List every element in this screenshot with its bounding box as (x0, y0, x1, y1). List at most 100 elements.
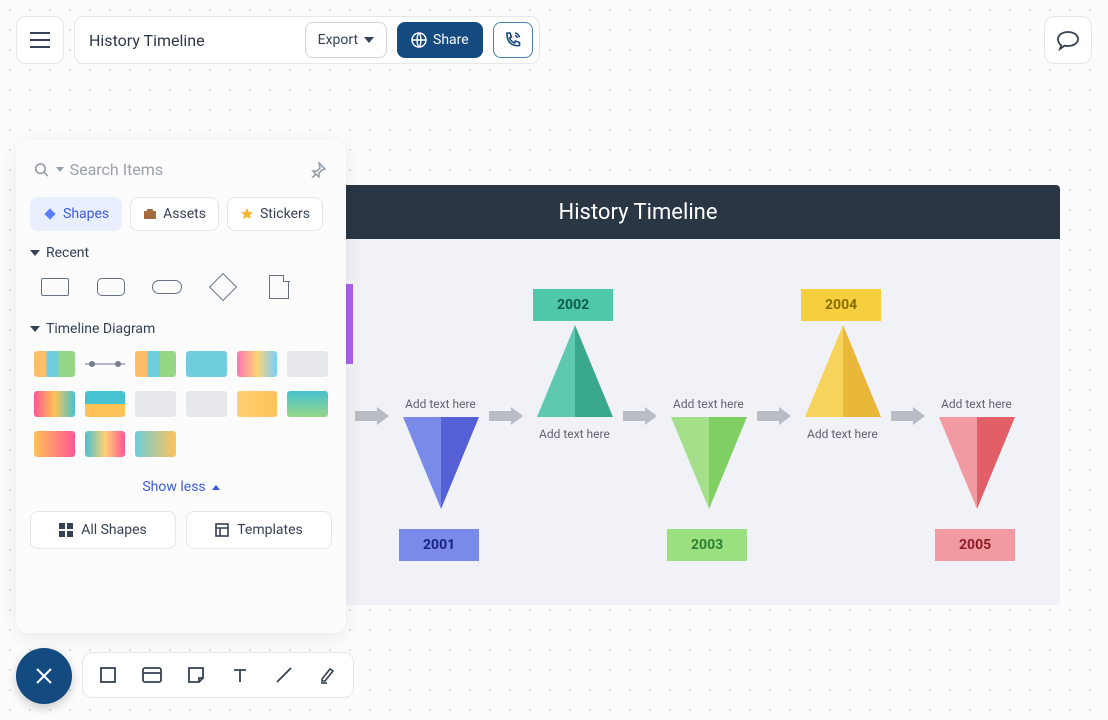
share-label: Share (433, 32, 469, 48)
export-label: Export (318, 32, 358, 48)
template-thumb[interactable] (85, 351, 126, 377)
panel-tabs: Shapes Assets Stickers (30, 197, 332, 231)
section-timeline-diagram[interactable]: Timeline Diagram (30, 321, 332, 337)
template-icon (215, 523, 229, 537)
close-fab[interactable] (16, 648, 72, 704)
template-thumb[interactable] (186, 351, 227, 377)
template-thumb[interactable] (85, 431, 126, 457)
document-title[interactable]: History Timeline (89, 31, 295, 50)
tab-stickers[interactable]: Stickers (227, 197, 323, 231)
timeline-year[interactable]: 2003 (667, 529, 747, 561)
section-recent[interactable]: Recent (30, 245, 332, 261)
timeline-templates (30, 347, 332, 465)
templates-label: Templates (237, 522, 303, 538)
shape-diamond[interactable] (206, 275, 240, 299)
shape-rounded-rectangle[interactable] (94, 275, 128, 299)
timeline-text[interactable]: Add text here (539, 427, 610, 441)
card-icon (141, 666, 163, 684)
all-shapes-label: All Shapes (81, 522, 147, 538)
show-less-button[interactable]: Show less (30, 479, 332, 495)
timeline-text[interactable]: Add text here (673, 397, 744, 411)
timeline-triangle[interactable] (709, 417, 747, 509)
template-thumb[interactable] (237, 351, 278, 377)
section-recent-label: Recent (46, 245, 89, 261)
all-shapes-button[interactable]: All Shapes (30, 511, 176, 549)
share-button[interactable]: Share (397, 22, 483, 58)
search-icon (34, 161, 50, 179)
tool-card[interactable] (137, 660, 167, 690)
template-thumb[interactable] (287, 391, 328, 417)
tab-assets[interactable]: Assets (130, 197, 219, 231)
timeline-triangle[interactable] (441, 417, 479, 509)
timeline-triangle[interactable] (575, 325, 613, 417)
timeline-arrow[interactable] (355, 407, 389, 425)
timeline-arrow[interactable] (489, 407, 523, 425)
tool-tray (82, 652, 354, 698)
timeline-triangle[interactable] (403, 417, 441, 509)
tab-shapes[interactable]: Shapes (30, 197, 122, 231)
comment-button[interactable] (1044, 16, 1092, 64)
timeline-triangle[interactable] (843, 325, 881, 417)
template-thumb[interactable] (186, 391, 227, 417)
shapes-panel: Shapes Assets Stickers Recent Timeline D… (16, 140, 346, 633)
chevron-down-icon (364, 37, 374, 43)
highlighter-icon (318, 665, 338, 685)
export-button[interactable]: Export (305, 22, 387, 58)
tool-highlight[interactable] (313, 660, 343, 690)
timeline-arrow[interactable] (891, 407, 925, 425)
template-thumb[interactable] (34, 351, 75, 377)
template-thumb[interactable] (85, 391, 126, 417)
template-thumb[interactable] (237, 391, 278, 417)
diamond-icon (43, 207, 57, 221)
template-thumb[interactable] (34, 431, 75, 457)
template-thumb[interactable] (135, 391, 176, 417)
search-input[interactable] (70, 160, 300, 179)
tab-assets-label: Assets (163, 206, 206, 222)
shape-pill[interactable] (150, 275, 184, 299)
timeline-triangle[interactable] (939, 417, 977, 509)
timeline-triangle[interactable] (977, 417, 1015, 509)
timeline-text[interactable]: Add text here (941, 397, 1012, 411)
shape-page[interactable] (262, 275, 296, 299)
timeline-text[interactable]: Add text here (807, 427, 878, 441)
tool-rectangle[interactable] (93, 660, 123, 690)
tool-note[interactable] (181, 660, 211, 690)
star-icon (240, 207, 254, 221)
chevron-down-icon (30, 326, 40, 332)
menu-button[interactable] (16, 16, 64, 64)
template-thumb[interactable] (135, 431, 176, 457)
phone-icon (504, 31, 522, 49)
timeline-year[interactable]: 2004 (801, 289, 881, 321)
chevron-down-icon (30, 250, 40, 256)
tab-stickers-label: Stickers (260, 206, 310, 222)
tool-text[interactable] (225, 660, 255, 690)
timeline-year[interactable]: 2001 (399, 529, 479, 561)
timeline-triangle[interactable] (671, 417, 709, 509)
text-icon (231, 666, 249, 684)
template-thumb[interactable] (34, 391, 75, 417)
document-bar: History Timeline Export Share (74, 16, 540, 64)
pin-button[interactable] (304, 156, 332, 184)
shape-rectangle[interactable] (38, 275, 72, 299)
template-thumb[interactable] (135, 351, 176, 377)
pin-icon (310, 162, 326, 178)
timeline-triangle[interactable] (805, 325, 843, 417)
close-icon (34, 666, 54, 686)
recent-shapes (30, 271, 332, 313)
grid-icon (59, 523, 73, 537)
timeline-year[interactable]: 2005 (935, 529, 1015, 561)
chevron-up-icon (212, 485, 220, 490)
call-button[interactable] (493, 22, 533, 58)
tool-line[interactable] (269, 660, 299, 690)
search-field[interactable] (30, 154, 304, 185)
timeline-arrow[interactable] (623, 407, 657, 425)
globe-icon (411, 32, 427, 48)
timeline-arrow[interactable] (757, 407, 791, 425)
timeline-triangle[interactable] (537, 325, 575, 417)
tab-shapes-label: Shapes (63, 206, 109, 222)
templates-button[interactable]: Templates (186, 511, 332, 549)
section-timeline-label: Timeline Diagram (46, 321, 155, 337)
template-thumb[interactable] (287, 351, 328, 377)
timeline-text[interactable]: Add text here (405, 397, 476, 411)
timeline-year[interactable]: 2002 (533, 289, 613, 321)
